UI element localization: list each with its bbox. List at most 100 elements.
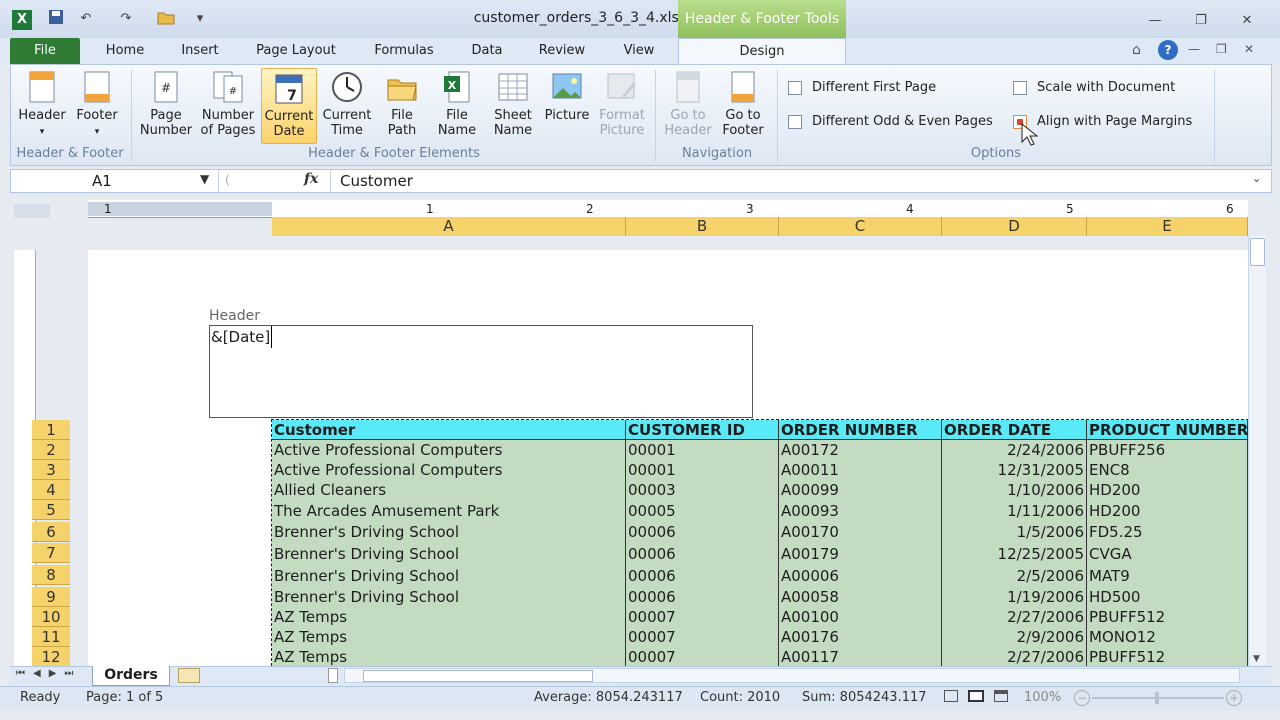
table-cell[interactable]: The Arcades Amusement Park: [272, 500, 626, 522]
table-cell[interactable]: 00001: [626, 460, 779, 480]
row-header[interactable]: 4: [32, 480, 70, 500]
table-cell[interactable]: 1/11/2006: [942, 500, 1087, 522]
table-cell[interactable]: Brenner's Driving School: [272, 587, 626, 607]
sheet-name-button[interactable]: Sheet Name: [488, 68, 538, 144]
workbook-close-icon[interactable]: ✕: [1244, 42, 1254, 56]
horizontal-scroll-thumb[interactable]: [363, 670, 593, 682]
row-header[interactable]: 8: [32, 565, 70, 585]
current-time-button[interactable]: Current Time: [320, 68, 374, 144]
table-header-cell[interactable]: Customer: [272, 420, 626, 440]
table-cell[interactable]: Active Professional Computers: [272, 460, 626, 480]
footer-button[interactable]: Footer ▾: [70, 68, 124, 144]
insert-worksheet-icon[interactable]: [178, 668, 200, 683]
table-cell[interactable]: MAT9: [1087, 565, 1248, 587]
table-cell[interactable]: A00011: [779, 460, 942, 480]
go-to-header-button[interactable]: Go to Header: [662, 68, 714, 144]
table-cell[interactable]: HD500: [1087, 587, 1248, 607]
tab-page-layout[interactable]: Page Layout: [244, 38, 348, 64]
table-cell[interactable]: 00007: [626, 627, 779, 647]
name-box-dropdown-icon[interactable]: ▼: [200, 172, 209, 186]
zoom-slider-thumb[interactable]: [1155, 692, 1159, 704]
workbook-restore-icon[interactable]: ❐: [1216, 42, 1227, 56]
table-cell[interactable]: A00117: [779, 647, 942, 667]
page-break-view-icon[interactable]: [994, 690, 1008, 702]
table-cell[interactable]: 12/25/2005: [942, 543, 1087, 565]
table-cell[interactable]: 2/5/2006: [942, 565, 1087, 587]
row-header[interactable]: 10: [32, 607, 70, 627]
restore-icon[interactable]: ❐: [1190, 12, 1212, 30]
table-cell[interactable]: 00006: [626, 543, 779, 565]
table-cell[interactable]: AZ Temps: [272, 647, 626, 667]
tab-data[interactable]: Data: [460, 38, 514, 64]
tab-home[interactable]: Home: [96, 38, 154, 64]
table-cell[interactable]: A00006: [779, 565, 942, 587]
header-edit-box[interactable]: &[Date]: [209, 325, 753, 418]
table-cell[interactable]: 00006: [626, 522, 779, 543]
formula-bar-expand-icon[interactable]: (: [218, 170, 270, 192]
row-header[interactable]: 3: [32, 460, 70, 480]
table-cell[interactable]: Brenner's Driving School: [272, 565, 626, 587]
table-cell[interactable]: A00172: [779, 440, 942, 460]
different-odd-even-checkbox[interactable]: [788, 115, 802, 129]
picture-button[interactable]: Picture: [542, 68, 592, 144]
table-cell[interactable]: Brenner's Driving School: [272, 543, 626, 565]
vertical-scroll-thumb[interactable]: [1250, 238, 1265, 266]
row-header[interactable]: 7: [32, 543, 70, 563]
column-header-a[interactable]: A: [272, 217, 626, 236]
table-cell[interactable]: MONO12: [1087, 627, 1248, 647]
row-header[interactable]: 9: [32, 587, 70, 607]
row-header[interactable]: 12: [32, 647, 70, 667]
tab-view[interactable]: View: [612, 38, 666, 64]
table-cell[interactable]: PBUFF512: [1087, 647, 1248, 667]
row-header[interactable]: 11: [32, 627, 70, 647]
table-cell[interactable]: 12/31/2005: [942, 460, 1087, 480]
tab-file[interactable]: File: [10, 38, 80, 64]
select-all-corner[interactable]: [14, 204, 50, 218]
horizontal-scrollbar[interactable]: [344, 668, 1240, 683]
scale-with-document-checkbox[interactable]: [1013, 81, 1027, 95]
formula-input[interactable]: Customer: [340, 172, 413, 190]
column-header-d[interactable]: D: [942, 217, 1087, 236]
table-cell[interactable]: A00170: [779, 522, 942, 543]
table-cell[interactable]: HD200: [1087, 500, 1248, 522]
table-cell[interactable]: 1/10/2006: [942, 480, 1087, 500]
tab-formulas[interactable]: Formulas: [362, 38, 446, 64]
table-cell[interactable]: AZ Temps: [272, 607, 626, 627]
row-header[interactable]: 5: [32, 500, 70, 520]
name-box[interactable]: A1: [12, 171, 212, 191]
header-button[interactable]: Header ▾: [14, 68, 70, 144]
scroll-down-icon[interactable]: ▼: [1253, 654, 1260, 664]
table-cell[interactable]: 1/5/2006: [942, 522, 1087, 543]
table-cell[interactable]: AZ Temps: [272, 627, 626, 647]
table-cell[interactable]: 00001: [626, 440, 779, 460]
table-cell[interactable]: 2/27/2006: [942, 647, 1087, 667]
minimize-ribbon-icon[interactable]: ⌂: [1132, 42, 1141, 58]
row-header[interactable]: 1: [32, 420, 70, 440]
help-icon[interactable]: ?: [1158, 40, 1178, 60]
table-cell[interactable]: 00007: [626, 647, 779, 667]
table-cell[interactable]: 00006: [626, 565, 779, 587]
table-cell[interactable]: 1/19/2006: [942, 587, 1087, 607]
table-cell[interactable]: A00176: [779, 627, 942, 647]
row-header[interactable]: 6: [32, 522, 70, 542]
table-cell[interactable]: 2/24/2006: [942, 440, 1087, 460]
table-cell[interactable]: PBUFF512: [1087, 607, 1248, 627]
table-cell[interactable]: 2/27/2006: [942, 607, 1087, 627]
expand-formula-bar-icon[interactable]: ⌄: [1252, 172, 1261, 185]
row-header[interactable]: 2: [32, 440, 70, 460]
column-header-b[interactable]: B: [626, 217, 779, 236]
table-header-cell[interactable]: CUSTOMER ID: [626, 420, 779, 440]
table-cell[interactable]: A00100: [779, 607, 942, 627]
tab-insert[interactable]: Insert: [168, 38, 232, 64]
page-layout-view-icon[interactable]: [968, 690, 984, 702]
table-header-cell[interactable]: PRODUCT NUMBER: [1087, 420, 1248, 440]
table-cell[interactable]: A00093: [779, 500, 942, 522]
workbook-minimize-icon[interactable]: —: [1188, 42, 1200, 56]
page-number-button[interactable]: # Page Number: [138, 68, 194, 144]
current-date-button[interactable]: 7 Current Date: [261, 68, 317, 144]
table-cell[interactable]: 00006: [626, 587, 779, 607]
table-cell[interactable]: ENC8: [1087, 460, 1248, 480]
tab-review[interactable]: Review: [528, 38, 596, 64]
close-icon[interactable]: ✕: [1236, 12, 1258, 30]
table-header-cell[interactable]: ORDER NUMBER: [779, 420, 942, 440]
